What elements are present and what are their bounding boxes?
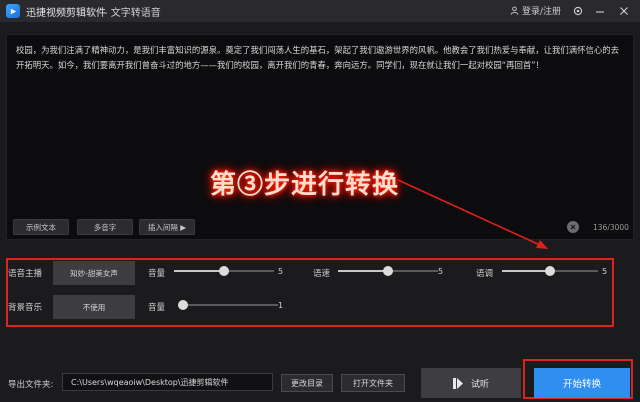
page-subtitle: - 文字转语音 xyxy=(104,8,161,19)
bgm-select-button[interactable]: 不使用 xyxy=(53,295,135,319)
login-link[interactable]: 登录/注册 xyxy=(510,4,561,17)
minimize-icon xyxy=(596,11,604,13)
bgm-volume-label: 音量 xyxy=(148,303,166,313)
slider-knob[interactable] xyxy=(383,266,393,276)
open-folder-button[interactable]: 打开文件夹 xyxy=(341,374,405,392)
speed-value: 5 xyxy=(438,267,444,276)
app-logo-icon xyxy=(6,4,20,18)
voice-select-button[interactable]: 知妙-甜美女声 xyxy=(53,261,135,285)
start-convert-button[interactable]: 开始转换 xyxy=(534,368,630,398)
polyphone-button[interactable]: 多音字 xyxy=(77,219,133,235)
pitch-label: 语调 xyxy=(476,269,494,279)
char-count: 136/3000 xyxy=(593,223,629,232)
step-annotation: 第③步进行转换 xyxy=(210,170,400,200)
slider-knob[interactable] xyxy=(219,266,229,276)
volume-value: 5 xyxy=(278,267,284,276)
volume-slider[interactable] xyxy=(174,266,274,276)
change-dir-button[interactable]: 更改目录 xyxy=(281,374,333,392)
text-input-area[interactable]: 校园，为我们注满了精神动力，是我们丰富知识的源泉。奠定了我们闯荡人生的基石，架起… xyxy=(16,43,624,73)
text-editor-panel: 校园，为我们注满了精神动力，是我们丰富知识的源泉。奠定了我们闯荡人生的基石，架起… xyxy=(6,34,634,240)
voice-label: 语音主播 xyxy=(8,269,43,279)
slider-knob[interactable] xyxy=(178,300,188,310)
play-icon xyxy=(452,377,463,389)
minimize-button[interactable] xyxy=(592,3,608,19)
speed-label: 语速 xyxy=(313,269,331,279)
user-icon xyxy=(510,6,519,15)
output-path-field[interactable]: C:\Users\wqeaoiw\Desktop\迅捷剪辑软件 xyxy=(62,373,273,391)
output-folder-label: 导出文件夹: xyxy=(8,380,54,390)
close-icon xyxy=(570,224,576,230)
listen-label: 试听 xyxy=(470,379,489,390)
clear-text-button[interactable] xyxy=(567,221,579,233)
slider-knob[interactable] xyxy=(545,266,555,276)
bgm-volume-slider[interactable] xyxy=(178,300,278,310)
login-label[interactable]: 登录/注册 xyxy=(522,4,561,17)
bgm-label: 背景音乐 xyxy=(8,303,43,313)
pitch-slider[interactable] xyxy=(502,266,598,276)
volume-label: 音量 xyxy=(148,269,166,279)
listen-button[interactable]: 试听 xyxy=(421,368,521,398)
gear-icon xyxy=(573,6,583,16)
close-button[interactable] xyxy=(616,3,632,19)
sample-text-button[interactable]: 示例文本 xyxy=(13,219,69,235)
close-icon xyxy=(620,7,628,15)
voice-settings-panel: 语音主播 知妙-甜美女声 音量 5 语速 5 语调 5 背景音乐 不使用 音量 … xyxy=(6,258,614,327)
insert-pause-button[interactable]: 插入间隔 ▶ xyxy=(139,219,195,235)
bgm-volume-value: 1 xyxy=(278,301,284,310)
app-title: 迅捷视频剪辑软件 xyxy=(26,8,106,19)
pitch-value: 5 xyxy=(602,267,608,276)
settings-button[interactable] xyxy=(570,3,586,19)
speed-slider[interactable] xyxy=(338,266,438,276)
title-bar: 迅捷视频剪辑软件 - 文字转语音 登录/注册 xyxy=(0,0,640,22)
